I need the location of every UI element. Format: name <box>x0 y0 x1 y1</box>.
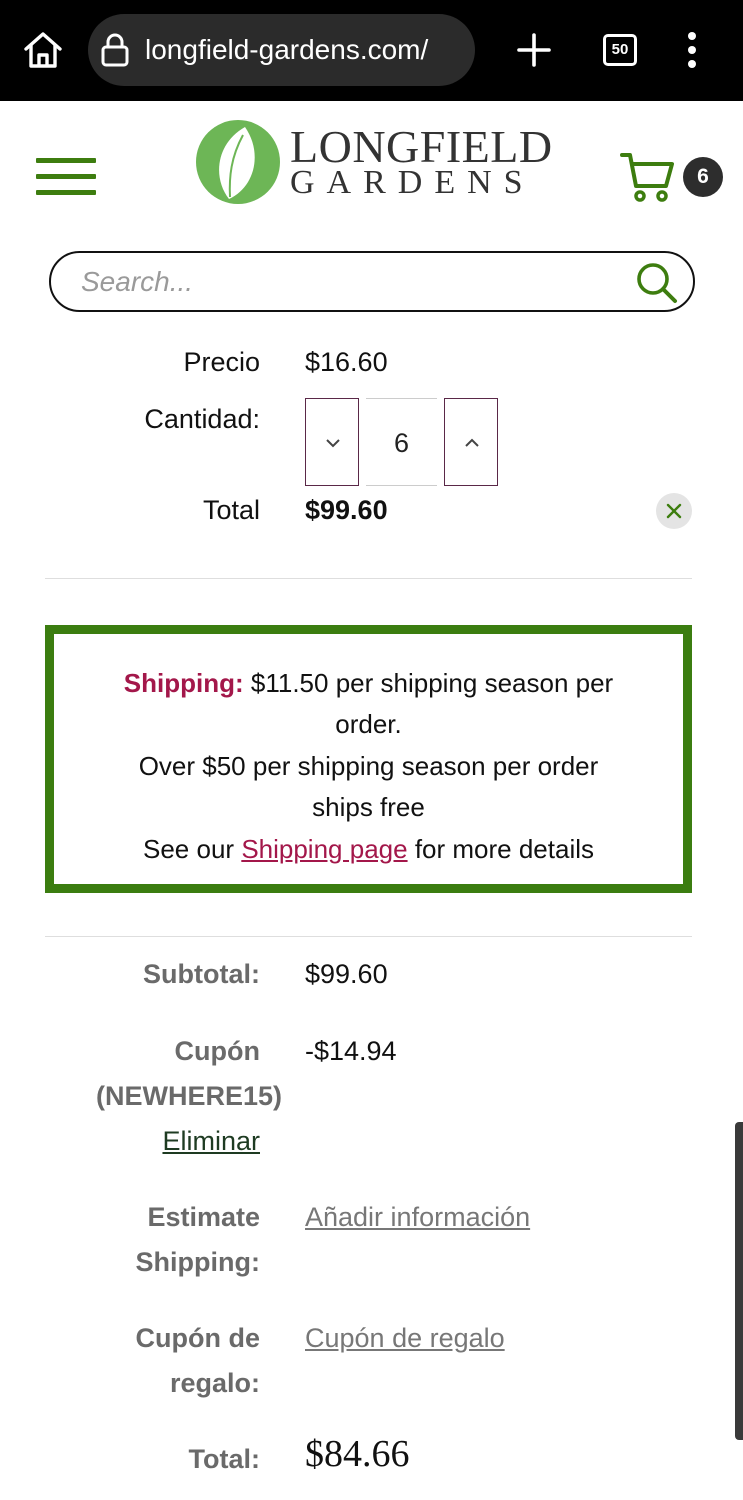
url-text[interactable]: longfield-gardens.com/ <box>145 32 467 68</box>
item-total-label: Total <box>202 495 260 525</box>
cart-icon[interactable] <box>620 150 676 204</box>
tab-switcher-button[interactable]: 50 <box>603 34 637 66</box>
shipping-page-link[interactable]: Shipping page <box>241 834 407 864</box>
shipping-line-1: Shipping: $11.50 per shipping season per <box>54 666 683 700</box>
price-label: Precio <box>183 347 260 377</box>
browser-toolbar: longfield-gardens.com/ 50 <box>0 0 743 101</box>
shipping-line-5: See our Shipping page for more details <box>54 832 683 866</box>
search-bar <box>49 251 695 312</box>
shipping-line-2: order. <box>335 709 402 739</box>
coupon-label: Cupón <box>174 1036 260 1066</box>
quantity-decrease-button[interactable] <box>305 398 359 486</box>
coupon-remove-wrapper: Eliminar <box>60 1119 260 1164</box>
coupon-value: -$14.94 <box>305 1036 397 1066</box>
gift-coupon-label-line2: regalo: <box>169 1368 260 1398</box>
subtotal-value: $99.60 <box>305 959 388 989</box>
chevron-up-icon <box>465 438 479 447</box>
home-icon[interactable] <box>22 30 64 70</box>
quantity-label: Cantidad: <box>144 404 260 434</box>
shipping-see-our-text: See our <box>143 834 235 864</box>
remove-coupon-link[interactable]: Eliminar <box>162 1126 260 1156</box>
divider <box>45 936 692 937</box>
shipping-info-box: Shipping: $11.50 per shipping season per… <box>45 625 692 893</box>
estimate-shipping-label-line2: Shipping: <box>135 1247 260 1277</box>
grand-total-value: $84.66 <box>305 1433 410 1475</box>
add-shipping-info-link[interactable]: Añadir información <box>305 1195 530 1240</box>
menu-icon[interactable] <box>36 158 96 196</box>
shipping-line-3: Over $50 per shipping season per order <box>138 751 599 781</box>
quantity-increase-button[interactable] <box>444 398 498 486</box>
coupon-code: (NEWHERE15) <box>95 1081 282 1111</box>
new-tab-icon[interactable] <box>514 30 554 70</box>
gift-coupon-link[interactable]: Cupón de regalo <box>305 1316 505 1361</box>
remove-item-button[interactable] <box>656 493 692 529</box>
subtotal-label: Subtotal: <box>143 959 260 989</box>
item-total-value: $99.60 <box>305 495 388 525</box>
logo-wordmark-bottom: GARDENS <box>290 164 535 201</box>
search-icon[interactable] <box>635 261 679 305</box>
chevron-down-icon <box>326 439 340 448</box>
shipping-label: Shipping: <box>123 668 244 698</box>
close-icon <box>666 503 682 519</box>
divider <box>45 578 692 579</box>
grand-total-label: Total: <box>188 1444 260 1474</box>
gift-coupon-label-line1: Cupón de <box>135 1323 260 1353</box>
leaf-logo-icon <box>196 120 280 204</box>
shipping-rate-text: $11.50 per shipping season per <box>250 668 614 698</box>
shipping-line-4: ships free <box>312 792 425 822</box>
estimate-shipping-label-line1: Estimate <box>147 1202 260 1232</box>
quantity-input[interactable]: 6 <box>366 398 437 486</box>
shipping-details-text: for more details <box>414 834 594 864</box>
scrollbar[interactable] <box>735 1122 743 1440</box>
price-value: $16.60 <box>305 347 388 377</box>
more-options-icon[interactable] <box>682 30 702 70</box>
cart-count-badge[interactable]: 6 <box>683 157 723 197</box>
search-input[interactable] <box>81 263 621 301</box>
lock-icon <box>101 33 129 67</box>
